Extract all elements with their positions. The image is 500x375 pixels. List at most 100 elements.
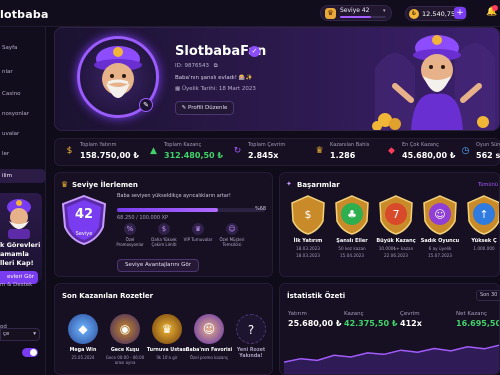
refresh-icon: ↻ <box>233 146 242 156</box>
sidebar-item[interactable]: nlar <box>0 65 46 79</box>
summary-label: Kazanç <box>344 311 364 317</box>
clock-icon: ◷ <box>461 146 470 156</box>
summary-panel: İstatistik Özeti Son 30 Yatırım 25.680,00… <box>279 283 500 375</box>
level-number: 42 <box>74 207 94 222</box>
level-progress-fill <box>340 16 372 18</box>
summary-label: Yatırım <box>288 311 307 317</box>
stat-label: Oyun Süre <box>476 142 500 148</box>
stat-label: Kazanılan Bahis <box>330 142 370 148</box>
sultan-mascot-icon <box>7 199 31 239</box>
medal-icon: ✦ <box>286 180 292 188</box>
site-logo[interactable]: lotbaba <box>0 8 49 21</box>
see-all-link[interactable]: Tümünü <box>478 182 498 188</box>
svg-text:7: 7 <box>393 208 400 221</box>
user-id: ID: 9876543 ⧉ <box>175 63 218 70</box>
stat-value: 562 sa <box>476 151 500 160</box>
perk-label: Özel Promosyonlar <box>116 237 144 247</box>
crown-icon: ♛ <box>61 180 69 189</box>
sparkline-area <box>284 345 499 374</box>
stat-label: En Çok Kazanç <box>402 142 439 148</box>
language-value: çe <box>3 331 10 337</box>
svg-text:☺: ☺ <box>434 208 445 221</box>
svg-text:$: $ <box>305 208 312 221</box>
level-panel-title: Seviye İlerlemen <box>72 181 138 189</box>
period-select[interactable]: Son 30 <box>476 290 499 301</box>
perk-label: Özel Müşteri Temsilcisi <box>219 237 245 247</box>
stat-clock: ◷ Oyun Süre 562 sa <box>459 139 500 167</box>
diamond-icon: ◆ <box>68 314 98 344</box>
toggle-knob <box>30 349 37 356</box>
badge-name: Gece Kuşu <box>110 348 140 353</box>
profile-tagline: Baba'nın şanslı evladı! 🎰✨ <box>175 75 253 81</box>
sidebar-item[interactable]: nosyonlar <box>0 107 46 121</box>
sidebar-item[interactable]: ler <box>0 147 46 161</box>
support-link[interactable]: m & Destek <box>0 282 32 288</box>
level-label: Seviye 42 <box>340 7 370 14</box>
stats-strip: $ Toplam Yatırım 158.750,00 ₺ ▲ Toplam Kazan… <box>54 138 500 166</box>
stat-refresh: ↻ Toplam Çevrim 2.845x <box>231 139 311 167</box>
badge-desc: İlk 10'a gir <box>156 355 178 360</box>
chart-up-icon: ▲ <box>150 146 157 156</box>
quest-promo-card: k Görevleri amamla lleri Kap! evleri Gör <box>0 193 42 284</box>
stat-value: 158.750,00 ₺ <box>80 151 139 160</box>
summary-value: 16.695,50 ₺ <box>456 319 500 328</box>
achievement-name: Yüksek Ç <box>471 238 497 244</box>
copy-icon[interactable]: ⧉ <box>214 63 218 69</box>
level-progress-fill <box>117 208 218 212</box>
sultan-hero-illustration <box>372 35 495 130</box>
limit-icon: $ <box>158 223 170 235</box>
owl-icon: ◉ <box>110 314 140 344</box>
achievement-badge-icon: ↑ <box>467 195 499 235</box>
sidebar-item[interactable]: Casino <box>0 87 46 101</box>
coins-icon: $ <box>66 146 73 156</box>
notification-dot <box>492 5 498 11</box>
achievement-badge-icon: ☺ <box>423 195 457 235</box>
summary-value: 42.375,50 ₺ <box>344 319 398 328</box>
sidebar-item[interactable]: ilim <box>0 169 46 183</box>
stat-value: 312.480,50 ₺ <box>164 151 223 160</box>
level-xp: 68.250 / 100.000 XP <box>117 215 169 221</box>
level-progress-bar <box>117 208 265 212</box>
achievement-badge-icon: ♣ <box>335 195 369 235</box>
achievements-title: Başarımlar <box>297 181 340 189</box>
level-progress-bar <box>340 16 386 18</box>
badge-desc: 25.05.2024 <box>71 355 95 360</box>
question-icon: ? <box>236 314 266 344</box>
trophy-icon: ♛ <box>152 314 182 344</box>
stat-value: 45.680,00 ₺ <box>402 151 456 160</box>
dark-mode-toggle[interactable] <box>22 348 38 357</box>
level-badge-label: Seviye <box>75 231 93 237</box>
stat-chart-up: ▲ Toplam Kazanç 312.480,50 ₺ <box>147 139 227 167</box>
crown-icon: ♛ <box>325 8 336 19</box>
stat-coins: $ Toplam Yatırım 158.750,00 ₺ <box>63 139 143 167</box>
badge-desc: Gece 00:00 - 06:00 arası oyna <box>105 355 145 365</box>
recent-badges-panel: Son Kazanılan Rozetler ◆ Mega Win 25.05.20… <box>54 283 273 375</box>
sidebar-item[interactable]: Sayfa <box>0 41 46 55</box>
edit-profile-label: Profili Düzenle <box>187 105 228 111</box>
summary-sparkline <box>284 344 499 374</box>
level-benefits-button[interactable]: Seviye Avantajlarını Gör <box>117 259 199 272</box>
gem-icon: ◆ <box>388 146 395 156</box>
perk-label: Daha Yüksek Çekim Limiti <box>151 237 177 247</box>
summary-title: İstatistik Özeti <box>287 292 346 300</box>
deposit-button[interactable]: + <box>454 7 466 19</box>
support-icon: ☺ <box>226 223 238 235</box>
level-pill[interactable]: ♛ Seviye 42 ▾ <box>320 5 392 21</box>
svg-text:↑: ↑ <box>479 208 488 221</box>
summary-value: 412x <box>400 319 422 328</box>
stat-value: 2.845x <box>248 151 279 160</box>
achievement-badge-icon: $ <box>291 195 325 235</box>
summary-value: 25.680,00 ₺ <box>288 319 342 328</box>
top-bar: lotbaba ♛ Seviye 42 ▾ ₺ 12.540,75 ₺ + 🔔 <box>0 0 500 27</box>
chevron-down-icon: ▾ <box>33 331 36 337</box>
achievements-panel: ✦ Başarımlar Tümünü $ İlk Yatırım 18.03.20… <box>279 172 500 277</box>
achievement-desc: 1.000.000 <box>473 246 495 251</box>
sidebar-item[interactable]: uvalar <box>0 127 46 141</box>
edit-avatar-icon[interactable]: ✎ <box>139 98 153 112</box>
edit-profile-button[interactable]: ✎ Profili Düzenle <box>175 101 234 115</box>
promo-line-2: amamla <box>0 250 29 258</box>
stat-gem: ◆ En Çok Kazanç 45.680,00 ₺ <box>385 139 465 167</box>
stat-label: Toplam Çevrim <box>248 142 286 148</box>
badge-desc: Özel promo kazanç <box>189 355 229 360</box>
summary-label: Net Kazanç <box>456 311 488 317</box>
